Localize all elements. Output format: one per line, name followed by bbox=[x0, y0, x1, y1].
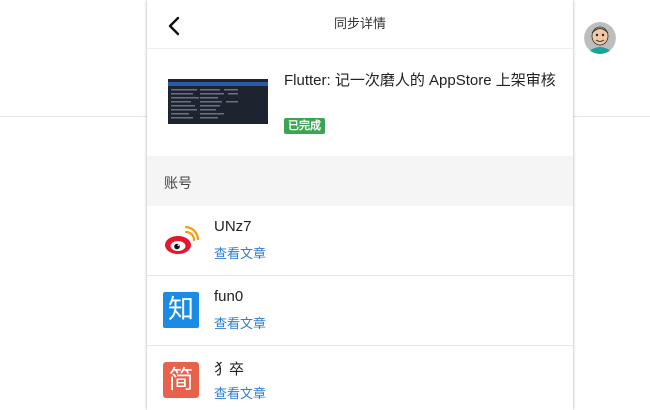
jianshu-icon: 简 bbox=[163, 362, 199, 398]
article-thumbnail bbox=[168, 79, 268, 124]
account-row-zhihu: 知 fun0 查看文章 bbox=[147, 276, 573, 346]
page-title: 同步详情 bbox=[333, 16, 386, 31]
article-title: Flutter: 记一次磨人的 AppStore 上架审核 bbox=[284, 72, 556, 89]
user-avatar[interactable] bbox=[584, 22, 616, 54]
zhihu-logo-text: 知 bbox=[167, 295, 194, 325]
panel-header: 同步详情 bbox=[147, 0, 573, 49]
view-article-link[interactable]: 查看文章 bbox=[214, 313, 266, 332]
status-badge: 已完成 bbox=[284, 118, 325, 134]
account-name: 犭卒 bbox=[214, 361, 245, 378]
zhihu-icon: 知 bbox=[163, 292, 199, 328]
jianshu-logo-text: 简 bbox=[168, 365, 194, 394]
section-header: 账号 bbox=[147, 156, 573, 206]
thumbnail-image bbox=[168, 79, 268, 124]
avatar-icon bbox=[584, 22, 616, 54]
account-row-weibo: UNz7 查看文章 bbox=[147, 206, 573, 276]
account-name: fun0 bbox=[214, 288, 244, 305]
section-title: 账号 bbox=[164, 175, 192, 191]
weibo-icon bbox=[163, 223, 200, 259]
account-row-jianshu: 简 犭卒 查看文章 bbox=[147, 346, 573, 410]
view-article-link[interactable]: 查看文章 bbox=[214, 383, 266, 402]
article-card: Flutter: 记一次磨人的 AppStore 上架审核 已完成 bbox=[147, 49, 573, 155]
account-name: UNz7 bbox=[214, 218, 252, 235]
view-article-link[interactable]: 查看文章 bbox=[214, 243, 266, 262]
sync-detail-panel: 同步详情 Flutter: 记一次磨人的 AppStore 上架审核 已完成 账… bbox=[147, 0, 573, 410]
